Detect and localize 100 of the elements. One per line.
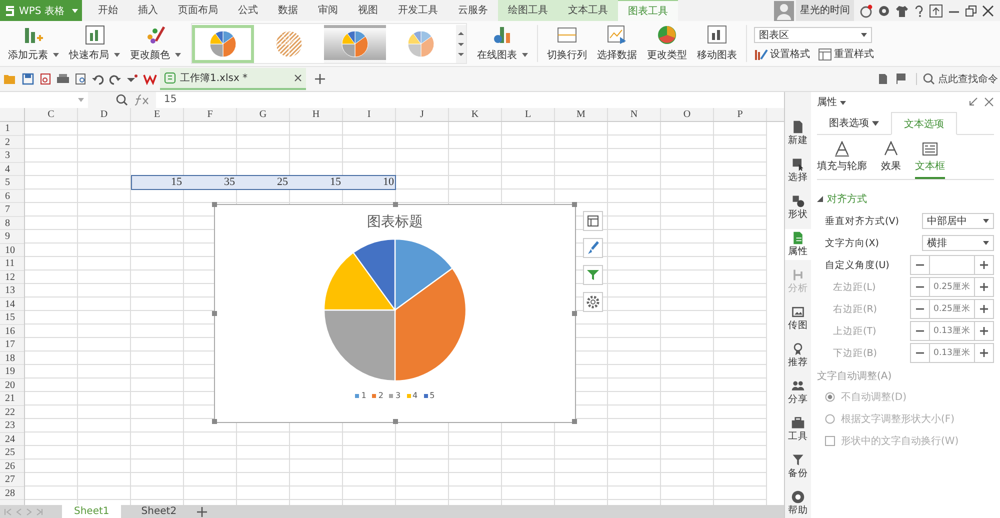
dock-item[interactable]: 备份: [785, 451, 811, 482]
row-header[interactable]: 19: [0, 365, 24, 378]
plus-icon[interactable]: [314, 73, 326, 85]
close-icon[interactable]: [984, 97, 994, 107]
row-header[interactable]: 16: [0, 324, 24, 338]
row-header[interactable]: 26: [0, 460, 24, 473]
panel-title[interactable]: 属性: [817, 95, 846, 109]
chart-elements-icon[interactable]: [583, 211, 603, 231]
row-header[interactable]: 7: [0, 203, 24, 216]
dock-item[interactable]: 新建: [785, 118, 811, 149]
resize-handle[interactable]: [572, 202, 577, 207]
resize-handle[interactable]: [393, 202, 398, 207]
ribbon-button[interactable]: 在线图表: [473, 23, 532, 64]
row-header[interactable]: 27: [0, 473, 24, 486]
panel-tab[interactable]: 文本选项: [891, 112, 957, 135]
row-header[interactable]: 20: [0, 378, 24, 392]
row-header[interactable]: 3: [0, 149, 24, 162]
row-header[interactable]: 14: [0, 298, 24, 311]
restore-icon[interactable]: [965, 4, 977, 16]
column-header[interactable]: E: [131, 108, 184, 121]
chart-style-thumbnail[interactable]: [192, 24, 254, 62]
menu-tab[interactable]: 数据: [268, 0, 308, 21]
settings-icon[interactable]: [583, 292, 603, 312]
menu-tab[interactable]: 页面布局: [168, 0, 228, 21]
filter-icon[interactable]: [583, 265, 603, 285]
shirt-icon[interactable]: [895, 4, 909, 16]
row-header[interactable]: 22: [0, 406, 24, 419]
menu-tab[interactable]: 文本工具: [558, 0, 618, 21]
menu-tab[interactable]: 审阅: [308, 0, 348, 21]
ribbon-button[interactable]: 移动图表: [693, 23, 741, 64]
dock-item[interactable]: 属性: [785, 229, 811, 260]
row-header[interactable]: 28: [0, 486, 24, 500]
column-header[interactable]: H: [290, 108, 343, 121]
dock-item[interactable]: 分享: [785, 377, 811, 408]
collapse-icon[interactable]: [968, 97, 978, 107]
print-icon[interactable]: [56, 73, 70, 85]
column-header[interactable]: F: [184, 108, 237, 121]
panel-subtab[interactable]: 填充与轮廓: [817, 141, 867, 179]
row-header[interactable]: 21: [0, 392, 24, 406]
print-preview-icon[interactable]: [75, 73, 87, 85]
resize-handle[interactable]: [212, 311, 217, 316]
menu-tab[interactable]: 公式: [228, 0, 268, 21]
redo-icon[interactable]: [109, 73, 121, 85]
column-header[interactable]: J: [396, 108, 449, 121]
chart-style-thumbnail[interactable]: [324, 24, 386, 62]
radio-button[interactable]: [825, 414, 835, 424]
chart-area[interactable]: 图表标题 1 2 3 4 5: [214, 204, 576, 423]
dock-item[interactable]: 工具: [785, 414, 811, 445]
checkbox[interactable]: [825, 436, 835, 446]
menu-tab[interactable]: 视图: [348, 0, 388, 21]
row-header[interactable]: 5: [0, 176, 24, 190]
dropdown-icon[interactable]: [126, 73, 138, 85]
row-header[interactable]: 2: [0, 136, 24, 149]
menu-tab[interactable]: 图表工具: [618, 0, 678, 21]
function-icon[interactable]: [134, 94, 150, 106]
row-header[interactable]: 13: [0, 284, 24, 298]
ribbon-button[interactable]: 切换行列: [543, 23, 591, 64]
column-header[interactable]: M: [555, 108, 608, 121]
row-header[interactable]: 25: [0, 446, 24, 460]
column-header[interactable]: N: [608, 108, 661, 121]
column-header[interactable]: L: [502, 108, 555, 121]
row-header[interactable]: 11: [0, 257, 24, 270]
dock-item[interactable]: 帮助: [785, 488, 811, 518]
row-header[interactable]: 18: [0, 352, 24, 365]
plus-icon[interactable]: [196, 506, 207, 516]
menu-tab[interactable]: 插入: [128, 0, 168, 21]
column-header[interactable]: C: [25, 108, 78, 121]
panel-subtab[interactable]: 文本框: [915, 141, 945, 179]
dock-item[interactable]: 推荐: [785, 340, 811, 371]
column-header[interactable]: O: [661, 108, 714, 121]
gallery-scroller[interactable]: [456, 24, 466, 62]
column-header[interactable]: G: [237, 108, 290, 121]
ribbon-button[interactable]: 快速布局: [65, 23, 124, 64]
command-search-field[interactable]: 点此查找命令: [916, 73, 1000, 85]
brush-icon[interactable]: [583, 238, 603, 258]
panel-subtab[interactable]: 效果: [881, 141, 901, 179]
document-icon[interactable]: [878, 73, 888, 85]
row-header[interactable]: 17: [0, 338, 24, 352]
user-name[interactable]: 星光的时间: [796, 0, 854, 21]
column-header[interactable]: I: [343, 108, 396, 121]
dock-item[interactable]: 选择: [785, 155, 811, 186]
row-header[interactable]: 6: [0, 190, 24, 203]
export-pdf-icon[interactable]: [39, 73, 51, 85]
row-header[interactable]: 12: [0, 270, 24, 284]
resize-handle[interactable]: [393, 419, 398, 424]
undo-icon[interactable]: [92, 73, 104, 85]
save-icon[interactable]: [22, 73, 34, 85]
dock-item[interactable]: 形状: [785, 192, 811, 223]
row-header[interactable]: 15: [0, 311, 24, 324]
cell-grid[interactable]: 15 35 25 15 10 图表标题 1 2 3 4 5: [25, 122, 767, 505]
ribbon-button[interactable]: 更改类型: [643, 23, 691, 64]
ribbon-button[interactable]: 添加元素: [4, 23, 63, 64]
row-header[interactable]: 4: [0, 162, 24, 176]
format-button[interactable]: 设置格式: [754, 46, 810, 60]
formula-field[interactable]: 15: [156, 92, 784, 108]
sheet-tab[interactable]: Sheet2: [129, 505, 189, 518]
row-header[interactable]: 23: [0, 419, 24, 432]
zoom-icon[interactable]: [116, 94, 128, 106]
dock-item[interactable]: 传图: [785, 303, 811, 334]
number-field[interactable]: [929, 256, 975, 274]
